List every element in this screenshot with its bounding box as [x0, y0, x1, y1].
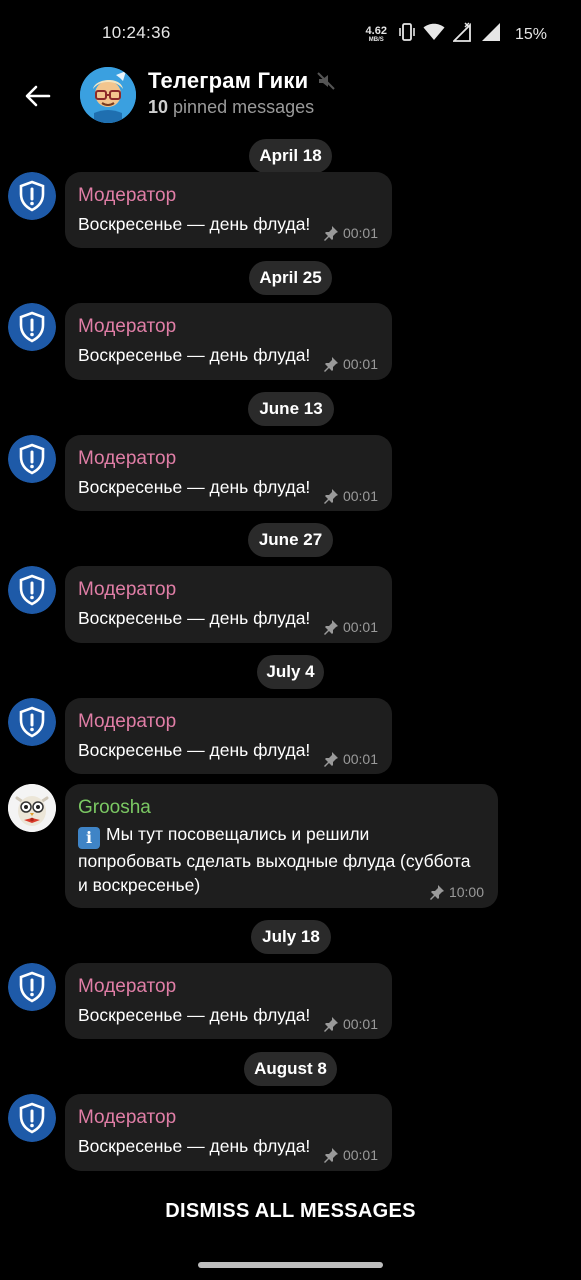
- date-separator: June 27: [248, 523, 333, 557]
- date-separator: April 25: [249, 261, 332, 295]
- date-separator: July 4: [257, 655, 324, 689]
- message-time: 00:01: [342, 225, 378, 241]
- pin-icon: [429, 885, 444, 900]
- message-time: 00:01: [342, 1147, 378, 1163]
- pinned-count-subtitle: 10 pinned messages: [148, 97, 314, 118]
- moderator-avatar[interactable]: [8, 698, 56, 746]
- pinned-label: pinned messages: [168, 97, 315, 117]
- message-text: Воскресенье — день флуда!: [78, 1136, 311, 1156]
- chat-header: Телеграм Гики 10 pinned messages: [0, 64, 581, 130]
- chat-avatar[interactable]: [80, 67, 136, 123]
- shield-icon: [8, 566, 56, 614]
- sender-name[interactable]: Модератор: [78, 976, 176, 998]
- pin-icon: [323, 489, 338, 504]
- message-time: 00:01: [342, 356, 378, 372]
- sender-name[interactable]: Модератор: [78, 579, 176, 601]
- pin-icon: [323, 1017, 338, 1032]
- message-meta: 00:01: [323, 751, 378, 767]
- shield-icon: [8, 172, 56, 220]
- message-meta: 10:00: [429, 884, 484, 900]
- sender-name[interactable]: Модератор: [78, 1107, 176, 1129]
- dismiss-all-button[interactable]: DISMISS ALL MESSAGES: [0, 1200, 581, 1223]
- message-text-line-1: Мы тут посовещались и решили: [106, 824, 370, 844]
- message-text-line: i Мы тут посовещались и решили: [78, 822, 488, 849]
- shield-icon: [8, 303, 56, 351]
- message-time: 10:00: [448, 884, 484, 900]
- pin-icon: [323, 357, 338, 372]
- message-meta: 00:01: [323, 488, 378, 504]
- date-separator: June 13: [248, 392, 334, 426]
- info-emoji-icon: i: [78, 827, 100, 849]
- arrow-left-icon: [25, 85, 51, 107]
- status-bar: 10:24:36 4.62 MB/S 15%: [0, 0, 581, 64]
- message-bubble[interactable]: Модератор Воскресенье — день флуда! 00:0…: [65, 963, 392, 1039]
- wifi-icon: [423, 23, 445, 46]
- date-separator: August 8: [244, 1052, 337, 1086]
- message-bubble[interactable]: Модератор Воскресенье — день флуда! 00:0…: [65, 566, 392, 643]
- sender-name[interactable]: Модератор: [78, 316, 176, 338]
- message-meta: 00:01: [323, 356, 378, 372]
- message-text: Воскресенье — день флуда!: [78, 1005, 311, 1025]
- signal-icon: [481, 22, 501, 47]
- pin-icon: [323, 620, 338, 635]
- moderator-avatar[interactable]: [8, 566, 56, 614]
- chat-title-row: Телеграм Гики: [148, 68, 336, 94]
- message-bubble[interactable]: Модератор Воскресенье — день флуда! 00:0…: [65, 172, 392, 248]
- message-meta: 00:01: [323, 1147, 378, 1163]
- message-time: 00:01: [342, 488, 378, 504]
- message-text: Воскресенье — день флуда!: [78, 345, 311, 365]
- pinned-count: 10: [148, 97, 169, 117]
- chat-title: Телеграм Гики: [148, 68, 309, 93]
- moderator-avatar[interactable]: [8, 963, 56, 1011]
- sender-name[interactable]: Модератор: [78, 448, 176, 470]
- message-bubble[interactable]: Модератор Воскресенье — день флуда! 00:0…: [65, 1094, 392, 1171]
- message-bubble[interactable]: Модератор Воскресенье — день флуда! 00:0…: [65, 698, 392, 774]
- message-bubble[interactable]: Модератор Воскресенье — день флуда! 00:0…: [65, 303, 392, 380]
- pin-icon: [323, 752, 338, 767]
- message-bubble[interactable]: Groosha i Мы тут посовещались и решили по…: [65, 784, 498, 908]
- status-icons: 4.62 MB/S 15%: [366, 22, 547, 47]
- message-text: Воскресенье — день флуда!: [78, 740, 311, 760]
- message-text: Воскресенье — день флуда!: [78, 608, 311, 628]
- message-meta: 00:01: [323, 225, 378, 241]
- message-text: Воскресенье — день флуда!: [78, 477, 311, 497]
- signal-no-data-icon: [451, 22, 473, 47]
- moderator-avatar[interactable]: [8, 303, 56, 351]
- back-button[interactable]: [20, 78, 56, 114]
- message-meta: 00:01: [323, 1016, 378, 1032]
- message-text: Воскресенье — день флуда!: [78, 214, 311, 234]
- network-speed-unit: MB/S: [368, 37, 384, 43]
- home-indicator[interactable]: [198, 1262, 383, 1268]
- sender-name[interactable]: Модератор: [78, 711, 176, 733]
- groosha-avatar[interactable]: [8, 784, 56, 832]
- moderator-avatar[interactable]: [8, 172, 56, 220]
- date-separator: April 18: [249, 139, 332, 173]
- pin-icon: [323, 226, 338, 241]
- sender-name[interactable]: Groosha: [78, 797, 151, 819]
- message-time: 00:01: [342, 1016, 378, 1032]
- message-text-line-3: и воскресенье): [78, 875, 201, 895]
- sender-name[interactable]: Модератор: [78, 185, 176, 207]
- vibrate-icon: [399, 23, 415, 46]
- shield-icon: [8, 963, 56, 1011]
- moderator-avatar[interactable]: [8, 1094, 56, 1142]
- message-time: 00:01: [342, 619, 378, 635]
- shield-icon: [8, 435, 56, 483]
- message-meta: 00:01: [323, 619, 378, 635]
- shield-icon: [8, 698, 56, 746]
- owl-avatar-icon: [8, 784, 56, 832]
- status-time: 10:24:36: [102, 23, 171, 42]
- network-speed-value: 4.62: [365, 25, 387, 37]
- message-bubble[interactable]: Модератор Воскресенье — день флуда! 00:0…: [65, 435, 392, 511]
- message-text-line-2: попробовать сделать выходные флуда (субб…: [78, 851, 471, 871]
- shield-icon: [8, 1094, 56, 1142]
- message-time: 00:01: [342, 751, 378, 767]
- date-separator: July 18: [251, 920, 331, 954]
- muted-icon: [317, 72, 336, 90]
- pin-icon: [323, 1148, 338, 1163]
- network-speed: 4.62 MB/S: [365, 25, 387, 44]
- moderator-avatar[interactable]: [8, 435, 56, 483]
- battery-percent: 15%: [514, 25, 547, 43]
- message-text: i Мы тут посовещались и решили попробоват…: [78, 822, 488, 897]
